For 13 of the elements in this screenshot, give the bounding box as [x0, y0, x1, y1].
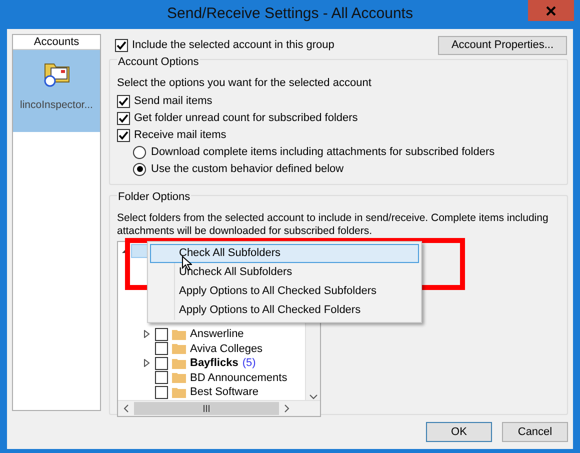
window-title: Send/Receive Settings - All Accounts [167, 4, 413, 24]
account-name: lincoInspector... [20, 98, 93, 113]
option-label: Get folder unread count for subscribed folders [134, 110, 358, 126]
option-label: Receive mail items [134, 128, 226, 143]
option-label: Use the custom behavior defined below [151, 162, 344, 177]
folder-description: Select folders from the selected account to include in send/receive. Complete items including attachments will be downloaded for subscribed folders. [117, 212, 550, 238]
unread-count: (5) [242, 356, 256, 371]
option-label: Send mail items [134, 94, 212, 109]
group-title: Account Options [117, 54, 200, 70]
options-prompt: Select the options you want for the selected account [117, 76, 372, 90]
group-title: Folder Options [117, 189, 192, 206]
option-label: Download complete items including attachments for subscribed folders [151, 144, 495, 160]
include-account-label: Include the selected account in this group [132, 38, 334, 53]
